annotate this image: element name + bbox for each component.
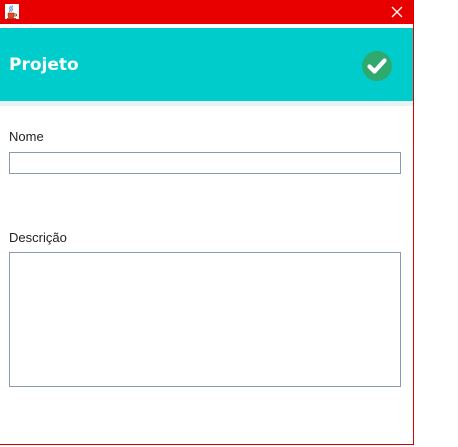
- java-cup-icon: [5, 4, 19, 19]
- title-bar[interactable]: [0, 0, 413, 24]
- check-circle-icon: [362, 51, 392, 81]
- descricao-label: Descrição: [9, 230, 67, 245]
- close-button[interactable]: [381, 0, 413, 24]
- close-icon: [391, 6, 403, 18]
- descricao-textarea[interactable]: [9, 252, 401, 387]
- nome-label: Nome: [9, 129, 44, 144]
- confirm-button[interactable]: [361, 50, 393, 82]
- header-divider: [0, 101, 413, 106]
- page-title: Projeto: [9, 55, 79, 75]
- header-banner: Projeto: [0, 28, 413, 101]
- dialog-window: Projeto Nome Descrição: [0, 0, 414, 445]
- nome-input[interactable]: [9, 152, 401, 174]
